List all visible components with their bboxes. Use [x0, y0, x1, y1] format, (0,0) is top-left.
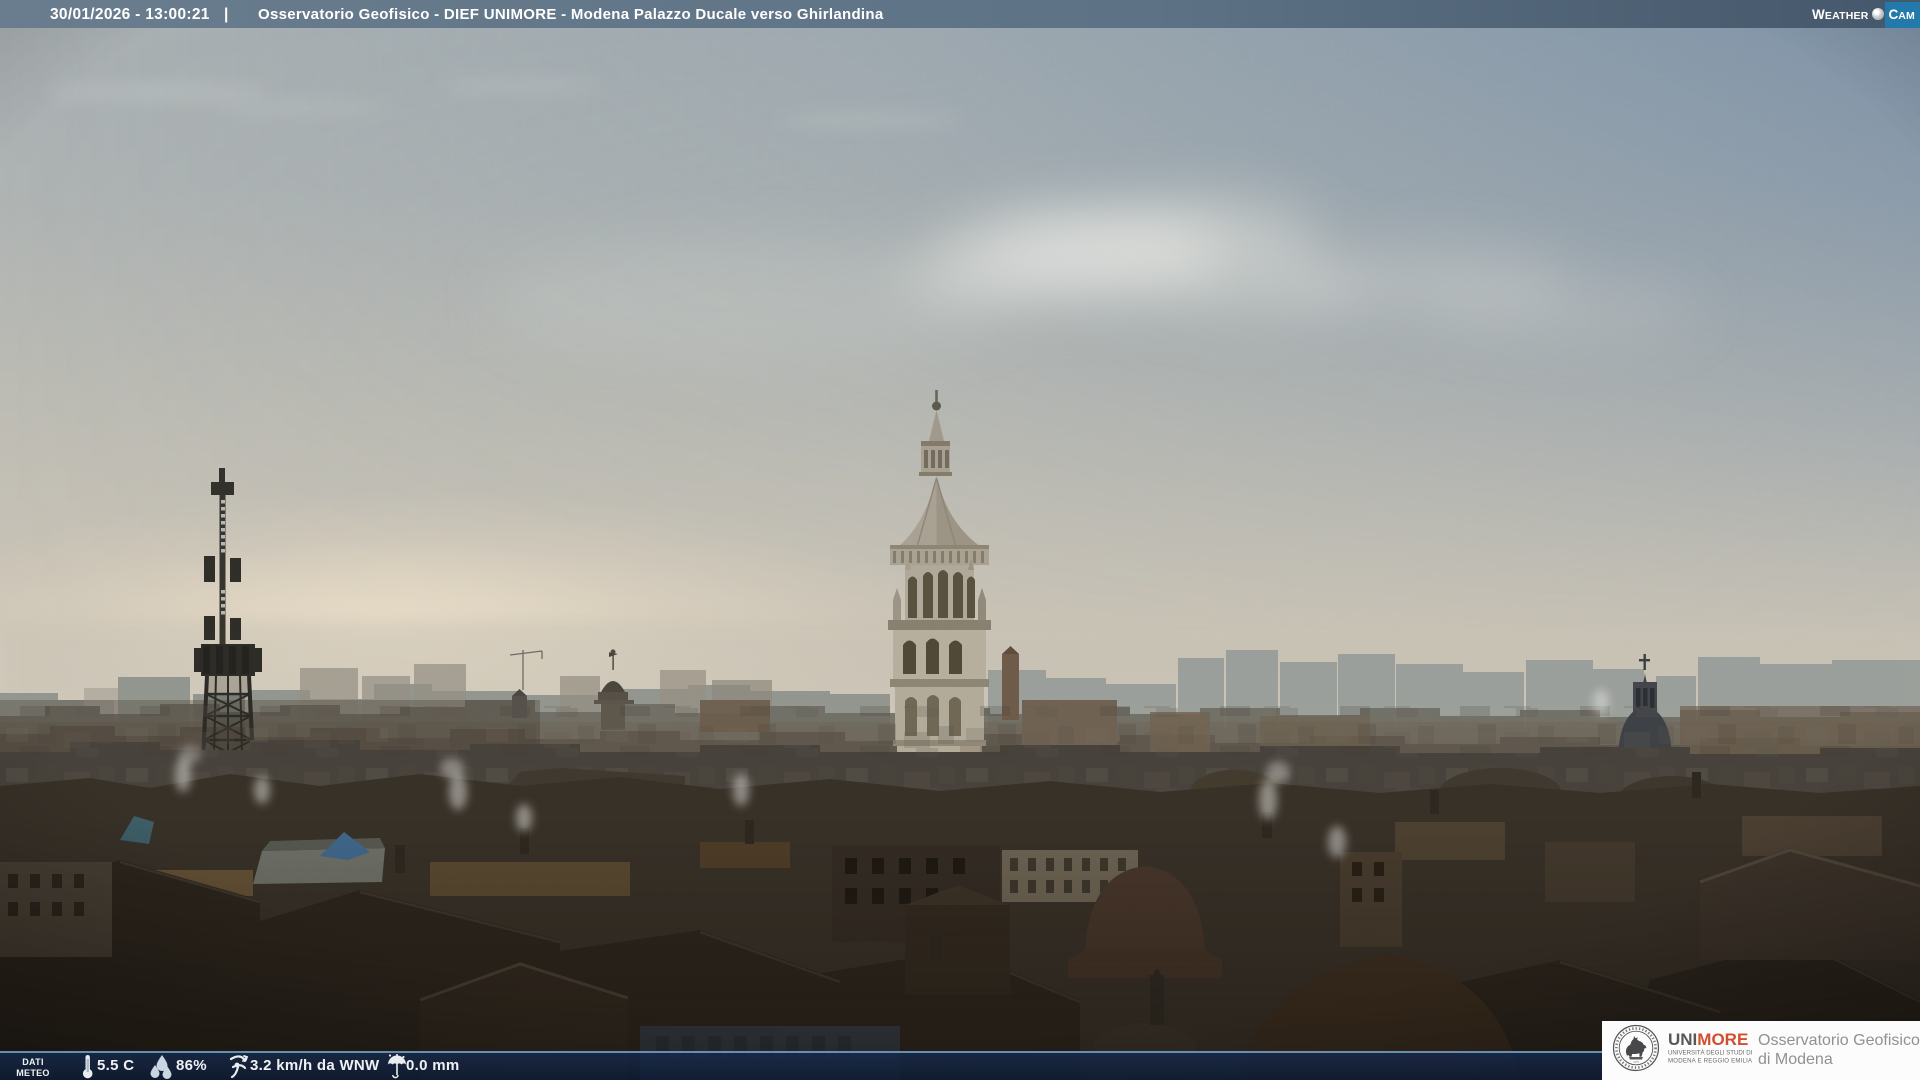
svg-text:MODENA E REGGIO EMILIA: MODENA E REGGIO EMILIA: [1668, 1058, 1753, 1065]
svg-text:UNIMORE: UNIMORE: [1668, 1030, 1748, 1049]
svg-text:1175: 1175: [1633, 1060, 1639, 1064]
svg-text:di Modena: di Modena: [1758, 1051, 1833, 1068]
svg-text:UNIVERSITÀ DEGLI STUDI DI: UNIVERSITÀ DEGLI STUDI DI: [1668, 1050, 1753, 1057]
svg-text:Osservatorio Geofisico: Osservatorio Geofisico: [1758, 1032, 1920, 1049]
